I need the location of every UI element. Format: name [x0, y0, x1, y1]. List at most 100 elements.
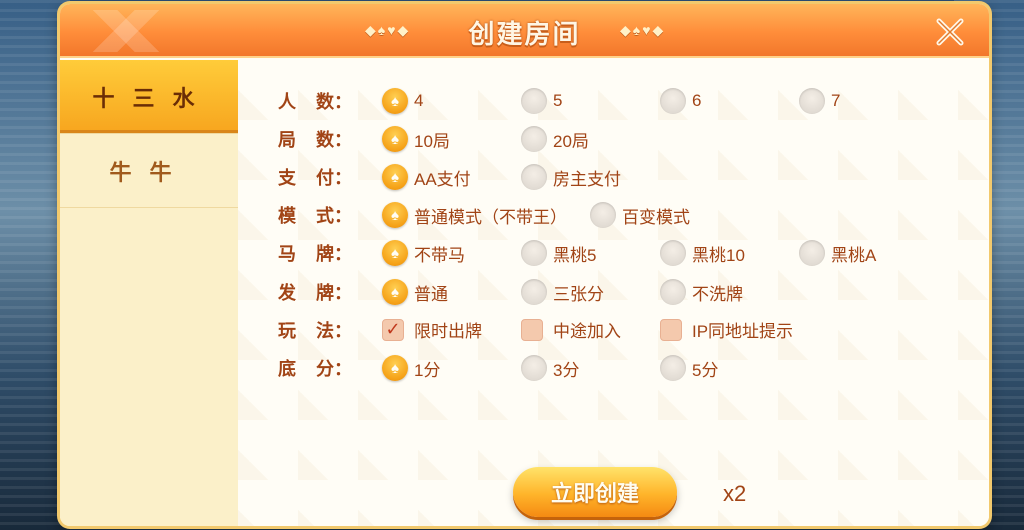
dialog-title: 创建房间: [468, 19, 581, 49]
row-label-text: 玩: [278, 321, 296, 341]
option-radio[interactable]: 普通模式（不带王）: [382, 202, 567, 228]
checkbox-icon: [521, 318, 543, 341]
row-label-text: 人: [278, 92, 296, 112]
spade-icon: [382, 355, 408, 381]
spade-icon: [382, 126, 408, 152]
row-label: 支付：: [278, 164, 378, 190]
row-label: 模式：: [278, 202, 378, 228]
option-label: 20局: [553, 131, 589, 151]
radio-icon: [660, 240, 686, 266]
close-x-icon: [936, 18, 964, 46]
option-label: 5分: [692, 360, 719, 380]
option-label: 百变模式: [622, 207, 690, 227]
option-label: 不洗牌: [692, 284, 743, 304]
row-label-text: 法：: [316, 321, 352, 341]
option-checkbox[interactable]: ✓ 限时出牌: [382, 317, 482, 342]
option-label: 限时出牌: [414, 322, 482, 341]
checkmark-icon: ✓: [382, 318, 404, 341]
row-label-text: 数：: [316, 130, 352, 150]
option-label: 普通: [414, 284, 448, 304]
option-row: 模式：: [278, 200, 378, 230]
tab-label: 牛牛: [109, 159, 190, 185]
option-row: 马牌：: [278, 238, 378, 268]
option-radio[interactable]: 20局: [521, 126, 589, 152]
row-label-text: 发: [278, 283, 296, 303]
row-label: 局数：: [278, 126, 378, 152]
option-radio[interactable]: 7: [799, 88, 840, 114]
row-label-text: 局: [278, 130, 296, 150]
option-radio[interactable]: 普通: [382, 279, 448, 305]
option-radio[interactable]: 房主支付: [521, 164, 621, 190]
option-row: 支付：: [278, 162, 378, 192]
checkbox-icon: [660, 318, 682, 341]
tab-niuniu[interactable]: 牛牛: [60, 134, 239, 208]
option-radio[interactable]: 1分: [382, 355, 440, 381]
option-checkbox[interactable]: 中途加入: [521, 317, 621, 342]
option-radio[interactable]: 黑桃10: [660, 240, 745, 266]
option-radio[interactable]: 三张分: [521, 279, 604, 305]
radio-icon: [799, 88, 825, 114]
option-radio[interactable]: 黑桃A: [799, 240, 876, 266]
option-label: 房主支付: [553, 169, 621, 189]
close-button[interactable]: [931, 13, 969, 51]
option-row: 人数：: [278, 86, 378, 116]
cost-multiplier: x2: [723, 481, 747, 506]
spade-icon: [382, 202, 408, 228]
row-label-text: 牌：: [316, 244, 352, 264]
option-radio[interactable]: 10局: [382, 126, 450, 152]
option-label: 7: [831, 91, 841, 110]
row-label-text: 数：: [316, 92, 352, 112]
radio-icon: [660, 355, 686, 381]
radio-icon: [521, 240, 547, 266]
option-label: 黑桃10: [692, 245, 745, 265]
radio-icon: [799, 240, 825, 266]
create-room-button[interactable]: 立即创建: [513, 467, 677, 517]
option-label: 不带马: [414, 245, 465, 265]
tab-label: 十三水: [92, 85, 213, 111]
option-row: 局数：: [278, 124, 378, 154]
tab-shisanshui[interactable]: 十三水: [60, 60, 245, 134]
spade-icon: [382, 164, 408, 190]
option-radio[interactable]: 6: [660, 88, 701, 114]
option-radio[interactable]: 不洗牌: [660, 279, 743, 305]
row-label-text: 式：: [316, 206, 352, 226]
row-label-text: 牌：: [316, 283, 352, 303]
radio-icon: [660, 279, 686, 305]
spade-icon: [382, 279, 408, 305]
option-row: 底分：: [278, 353, 378, 383]
option-label: AA支付: [414, 169, 471, 189]
option-label: 三张分: [553, 284, 604, 304]
option-label: 5: [553, 91, 563, 110]
spade-icon: [382, 88, 408, 114]
row-label-text: 付：: [316, 168, 352, 188]
option-radio[interactable]: 3分: [521, 355, 579, 381]
option-label: 中途加入: [553, 322, 621, 341]
option-label: 黑桃5: [553, 245, 597, 265]
row-label: 底分：: [278, 355, 378, 381]
radio-icon: [521, 88, 547, 114]
title-decoration-right: ◆♠♥◆: [620, 22, 666, 38]
option-label: 黑桃A: [831, 245, 877, 265]
row-label-text: 模: [278, 206, 296, 226]
radio-icon: [590, 202, 616, 228]
radio-icon: [521, 126, 547, 152]
option-label: 4: [414, 91, 424, 110]
row-label: 玩法：: [278, 317, 378, 343]
option-radio[interactable]: 不带马: [382, 240, 465, 266]
option-radio[interactable]: 百变模式: [590, 202, 690, 228]
options-panel: 人数： 4 5 6 7 局数： 10局 20局支付： AA支付 房主支付模式： 普通模式（不带王） 百…: [238, 60, 989, 526]
option-radio[interactable]: 黑桃5: [521, 240, 596, 266]
option-label: 1分: [414, 360, 441, 380]
spade-icon: [382, 240, 408, 266]
option-radio[interactable]: 4: [382, 88, 423, 114]
option-label: IP同地址提示: [692, 322, 794, 341]
radio-icon: [660, 88, 686, 114]
option-radio[interactable]: AA支付: [382, 164, 471, 190]
row-label-text: 马: [278, 244, 296, 264]
option-checkbox[interactable]: IP同地址提示: [660, 317, 793, 342]
option-label: 3分: [553, 360, 580, 380]
option-radio[interactable]: 5: [521, 88, 562, 114]
option-radio[interactable]: 5分: [660, 355, 718, 381]
option-row: 玩法：: [278, 315, 378, 345]
option-row: 发牌：: [278, 277, 378, 307]
